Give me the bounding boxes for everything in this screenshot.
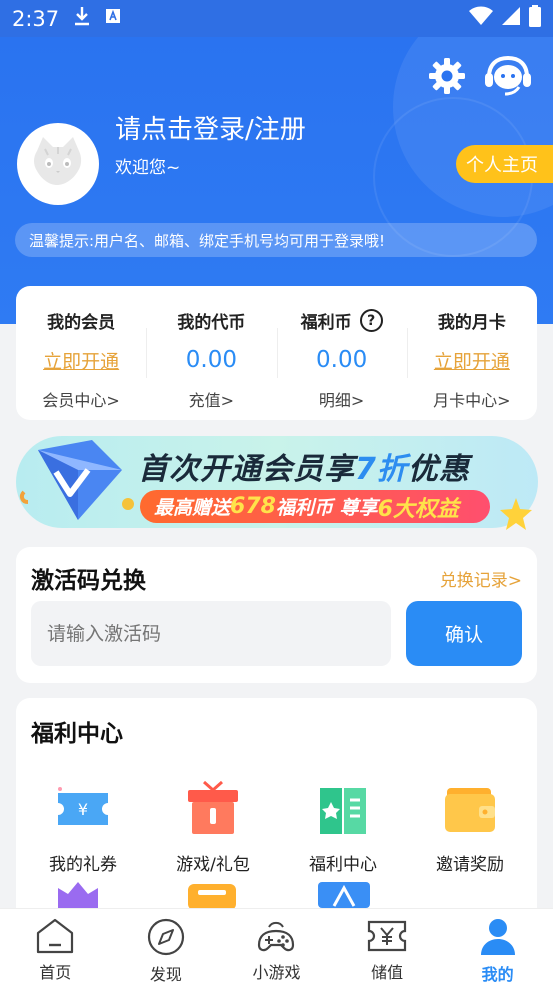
- stat-monthly-card: 我的月卡 立即开通 月卡中心>: [406, 286, 537, 420]
- tab-label: 发现: [149, 965, 182, 983]
- coupon-icon: ¥: [48, 774, 118, 844]
- home-icon: [33, 917, 77, 955]
- status-bar: 2:37: [0, 0, 553, 37]
- member-center-link[interactable]: 会员中心>: [42, 387, 119, 411]
- banner-pill-text: 福利币 尊享: [275, 497, 378, 519]
- stat-membership: 我的会员 立即开通 会员中心>: [16, 286, 146, 420]
- signal-icon: [501, 6, 521, 31]
- help-icon[interactable]: ?: [359, 309, 383, 332]
- tab-label: 我的: [481, 965, 514, 983]
- welfare-book-icon: [308, 774, 378, 844]
- compass-icon: [144, 917, 188, 957]
- wallet-icon: [435, 774, 505, 844]
- stat-label: 福利币: [300, 313, 352, 333]
- ticket-yen-icon: [365, 917, 409, 955]
- download-icon: [73, 6, 91, 31]
- grid-item-welfare-center[interactable]: 福利中心: [279, 774, 407, 875]
- star-icon: [498, 496, 534, 532]
- avatar[interactable]: [17, 123, 99, 205]
- tab-top-up[interactable]: 储值: [332, 909, 443, 983]
- recharge-link[interactable]: 充值>: [189, 387, 234, 411]
- gamepad-icon: [254, 917, 298, 955]
- gift-partial-icon: [54, 878, 104, 912]
- login-register-link[interactable]: 请点击登录/注册: [115, 109, 306, 146]
- membership-activate-link[interactable]: 立即开通: [43, 345, 119, 375]
- monthly-card-center-link[interactable]: 月卡中心>: [433, 387, 510, 411]
- customer-service-icon[interactable]: [483, 55, 533, 97]
- battery-icon: [529, 5, 541, 32]
- grid-item-label: 我的礼券: [49, 855, 117, 875]
- banner-title-suffix: 优惠: [407, 452, 470, 487]
- activation-code-input[interactable]: [31, 601, 391, 666]
- banner-title: 首次开通会员享: [138, 452, 355, 487]
- stat-tokens: 我的代币 0.00 充值>: [146, 286, 276, 420]
- welfare-coin-balance: 0.00: [316, 347, 368, 373]
- grid-item-invite-rewards[interactable]: 邀请奖励: [406, 774, 534, 875]
- tab-label: 小游戏: [252, 963, 301, 982]
- grid-item-label: 游戏/礼包: [176, 855, 250, 875]
- token-balance: 0.00: [185, 347, 237, 373]
- grid-item-label: 邀请奖励: [436, 855, 504, 875]
- membership-promo-banner[interactable]: 首次开通会员享7折优惠 最高赠送 678 福利币 尊享 6大权益: [16, 436, 538, 528]
- banner-pill-text: 最高赠送: [154, 497, 231, 519]
- account-stats-card: 我的会员 立即开通 会员中心> 我的代币 0.00 充值> 福利币 ? 0.00…: [16, 286, 537, 420]
- tab-discover[interactable]: 发现: [111, 909, 222, 983]
- stat-label: 我的会员: [47, 313, 116, 333]
- store-partial-icon: [314, 876, 374, 912]
- login-tip: 温馨提示:用户名、邮箱、绑定手机号均可用于登录哦!: [15, 223, 537, 257]
- banner-subtitle-pill: 最高赠送 678 福利币 尊享 6大权益: [140, 490, 490, 523]
- personal-homepage-button[interactable]: 个人主页: [456, 145, 553, 183]
- tab-label: 储值: [371, 963, 404, 982]
- status-time: 2:37: [12, 6, 60, 31]
- details-link[interactable]: 明细>: [319, 387, 364, 411]
- activation-code-title: 激活码兑换: [31, 568, 146, 594]
- stat-label: 我的月卡: [437, 313, 506, 333]
- grid-item-label: 福利中心: [309, 855, 377, 875]
- stat-welfare-coin: 福利币 ? 0.00 明细>: [276, 286, 407, 420]
- confirm-button[interactable]: 确认: [406, 601, 522, 666]
- banner-pill-benefits: 6大权益: [377, 496, 459, 522]
- redeem-history-link[interactable]: 兑换记录>: [440, 566, 522, 591]
- welcome-text: 欢迎您~: [115, 158, 181, 178]
- tab-mine[interactable]: 我的: [442, 909, 553, 983]
- grid-item-game-gifts[interactable]: 游戏/礼包: [149, 774, 277, 875]
- bottom-tab-bar: 首页 发现 小游戏 储值 我的: [0, 908, 553, 983]
- grid-item-coupons[interactable]: ¥ 我的礼券: [19, 774, 147, 875]
- stat-label: 我的代币: [177, 313, 246, 333]
- gift-box-icon: [178, 774, 248, 844]
- banner-discount: 7折: [355, 452, 408, 487]
- keyboard-a-icon: [105, 8, 121, 29]
- svg-text:¥: ¥: [78, 800, 88, 819]
- activation-code-card: 激活码兑换 兑换记录> 确认: [16, 547, 537, 683]
- gear-icon[interactable]: [428, 57, 466, 95]
- tab-home[interactable]: 首页: [0, 909, 111, 983]
- welfare-center-title: 福利中心: [31, 721, 123, 747]
- tab-label: 首页: [39, 963, 72, 982]
- banner-pill-coins: 678: [230, 494, 276, 519]
- monthly-card-activate-link[interactable]: 立即开通: [434, 345, 510, 375]
- user-icon: [476, 917, 520, 957]
- diamond-icon: [16, 432, 146, 532]
- tab-mini-games[interactable]: 小游戏: [221, 909, 332, 983]
- wifi-icon: [469, 6, 493, 31]
- profile-header: 请点击登录/注册 欢迎您~ 个人主页 温馨提示:用户名、邮箱、绑定手机号均可用于…: [0, 37, 553, 324]
